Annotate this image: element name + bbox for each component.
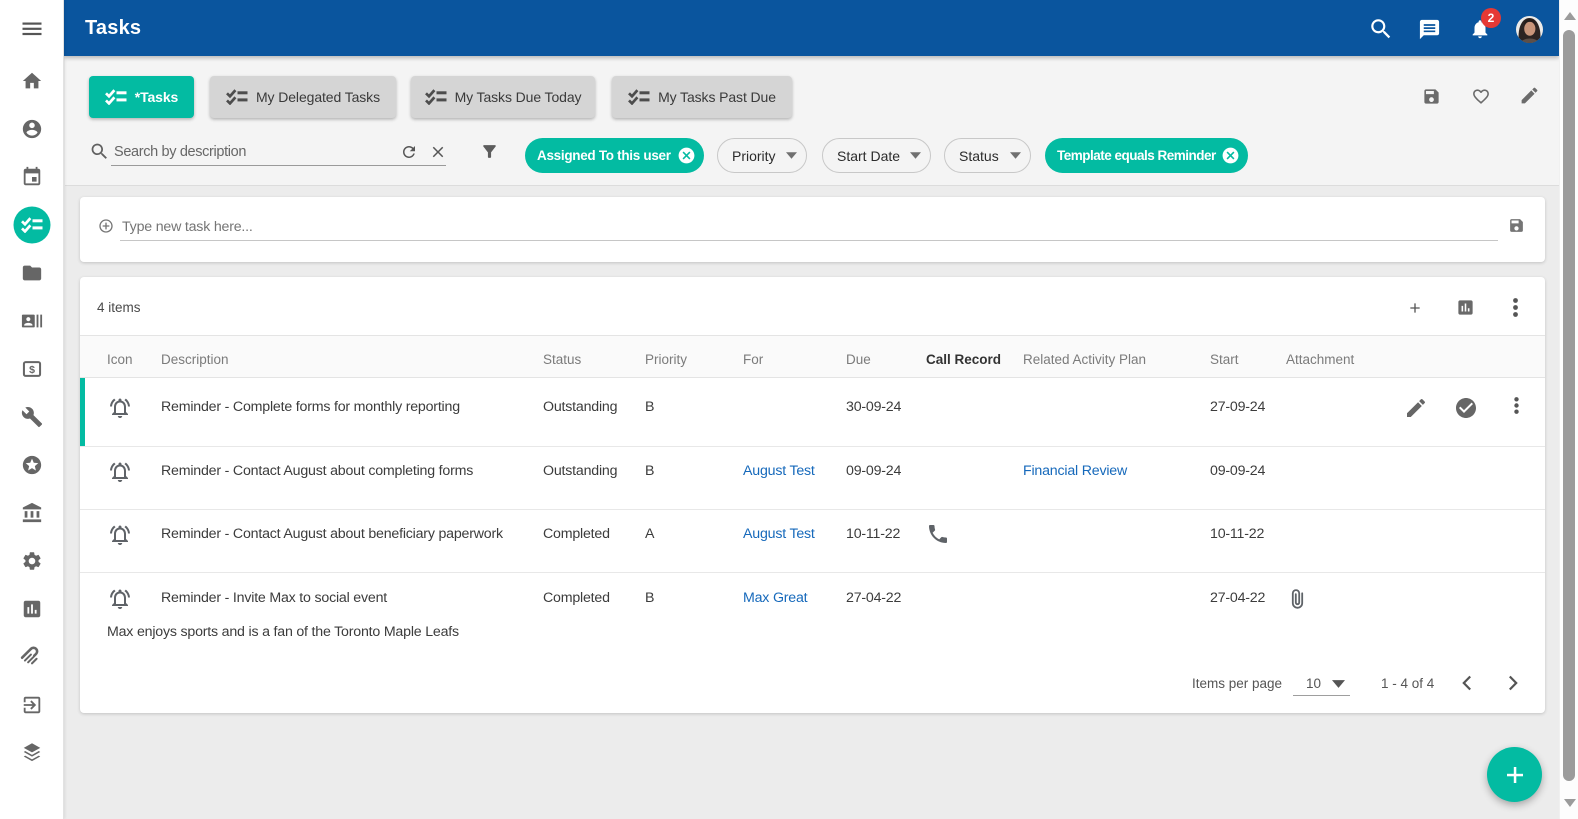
svg-text:$: $	[29, 364, 35, 376]
